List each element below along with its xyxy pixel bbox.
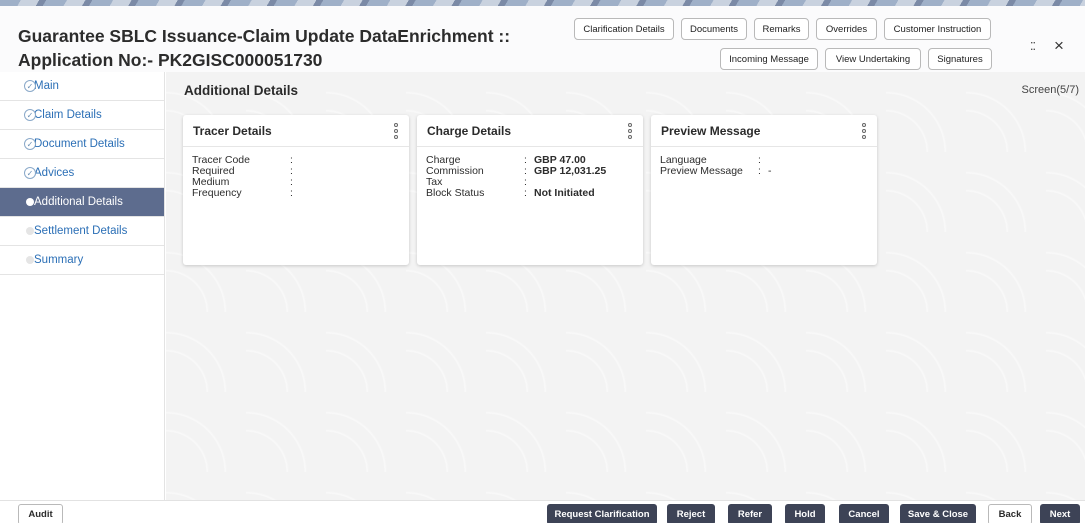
- next-button[interactable]: Next: [1040, 504, 1080, 523]
- kebab-menu-icon[interactable]: [393, 123, 399, 139]
- customer-instruction-button[interactable]: Customer Instruction: [884, 18, 991, 40]
- pending-step-dot-icon: [26, 256, 34, 264]
- close-icon[interactable]: ×: [1054, 36, 1064, 56]
- section-title: Additional Details: [184, 83, 299, 98]
- field-separator: :: [290, 187, 293, 199]
- field-row: Preview Message : -: [660, 166, 877, 177]
- field-row: Block Status : Not Initiated: [426, 188, 643, 199]
- sidebar-item-advices[interactable]: ✓ Advices: [0, 159, 164, 188]
- field-row: Commission : GBP 12,031.25: [426, 166, 643, 177]
- pending-step-dot-icon: [26, 227, 34, 235]
- reject-button[interactable]: Reject: [667, 504, 715, 523]
- sidebar-item-label: Document Details: [34, 138, 125, 150]
- card-body: Tracer Code : Required : Medium : Freque…: [183, 147, 409, 199]
- application-number: Application No:- PK2GISC000051730: [18, 50, 323, 70]
- sidebar-item-label: Settlement Details: [34, 225, 128, 237]
- kebab-menu-icon[interactable]: [861, 123, 867, 139]
- preview-message-card: Preview Message Language : Preview Messa…: [651, 115, 877, 265]
- save-and-close-button[interactable]: Save & Close: [900, 504, 976, 523]
- tracer-details-card: Tracer Details Tracer Code : Required : …: [183, 115, 409, 265]
- field-label: Frequency: [192, 187, 242, 199]
- sidebar-item-label: Main: [34, 80, 59, 92]
- audit-button[interactable]: Audit: [18, 504, 63, 523]
- sidebar-item-label: Summary: [34, 254, 84, 266]
- request-clarification-button[interactable]: Request Clarification: [547, 504, 657, 523]
- card-title: Tracer Details: [193, 123, 272, 138]
- check-circle-icon: ✓: [24, 80, 36, 92]
- hold-button[interactable]: Hold: [785, 504, 825, 523]
- sidebar-item-label: Advices: [34, 167, 75, 179]
- sidebar-item-label: Claim Details: [34, 109, 102, 121]
- refer-button[interactable]: Refer: [728, 504, 772, 523]
- sidebar-item-settlement-details[interactable]: Settlement Details: [0, 217, 164, 246]
- card-title: Preview Message: [661, 123, 761, 138]
- card-body: Charge : GBP 47.00 Commission : GBP 12,0…: [417, 147, 643, 199]
- sidebar-item-summary[interactable]: Summary: [0, 246, 164, 275]
- clarification-details-button[interactable]: Clarification Details: [574, 18, 674, 40]
- sidebar-item-main[interactable]: ✓ Main: [0, 72, 164, 101]
- main-content: Additional Details Screen(5/7) Tracer De…: [166, 72, 1085, 500]
- field-value: Not Initiated: [534, 187, 595, 199]
- page-title: Guarantee SBLC Issuance-Claim Update Dat…: [18, 24, 510, 72]
- field-label: Block Status: [426, 187, 485, 199]
- sidebar-item-additional-details[interactable]: Additional Details: [0, 188, 164, 217]
- overrides-button[interactable]: Overrides: [816, 18, 877, 40]
- signatures-button[interactable]: Signatures: [928, 48, 992, 70]
- field-row: Frequency :: [192, 188, 409, 199]
- back-button[interactable]: Back: [988, 504, 1032, 523]
- page-footer: Audit Request Clarification Reject Refer…: [0, 500, 1085, 523]
- card-title: Charge Details: [427, 123, 512, 138]
- card-header: Charge Details: [417, 115, 643, 147]
- view-undertaking-button[interactable]: View Undertaking: [825, 48, 921, 70]
- kebab-menu-icon[interactable]: [627, 123, 633, 139]
- check-circle-icon: ✓: [24, 138, 36, 150]
- screen-counter: Screen(5/7): [1021, 84, 1079, 96]
- card-header: Tracer Details: [183, 115, 409, 147]
- check-circle-icon: ✓: [24, 109, 36, 121]
- page-title-line1: Guarantee SBLC Issuance-Claim Update Dat…: [18, 26, 511, 46]
- check-circle-icon: ✓: [24, 167, 36, 179]
- sidebar-item-document-details[interactable]: ✓ Document Details: [0, 130, 164, 159]
- current-step-dot-icon: [26, 198, 34, 206]
- page-header: Guarantee SBLC Issuance-Claim Update Dat…: [0, 6, 1085, 72]
- incoming-message-button[interactable]: Incoming Message: [720, 48, 818, 70]
- field-separator: :: [524, 187, 527, 199]
- field-label: Preview Message: [660, 165, 743, 177]
- sidebar-item-claim-details[interactable]: ✓ Claim Details: [0, 101, 164, 130]
- cancel-button[interactable]: Cancel: [839, 504, 889, 523]
- sidebar-navigation: ✓ Main ✓ Claim Details ✓ Document Detail…: [0, 72, 165, 500]
- field-separator: :: [758, 165, 761, 177]
- card-header: Preview Message: [651, 115, 877, 147]
- field-value: -: [768, 165, 772, 177]
- collapse-arrows-icon[interactable]: ⁚⁚: [1030, 40, 1036, 53]
- sidebar-item-label: Additional Details: [34, 196, 123, 208]
- field-value: GBP 12,031.25: [534, 165, 607, 177]
- remarks-button[interactable]: Remarks: [754, 18, 809, 40]
- charge-details-card: Charge Details Charge : GBP 47.00 Commis…: [417, 115, 643, 265]
- card-body: Language : Preview Message : -: [651, 147, 877, 177]
- documents-button[interactable]: Documents: [681, 18, 747, 40]
